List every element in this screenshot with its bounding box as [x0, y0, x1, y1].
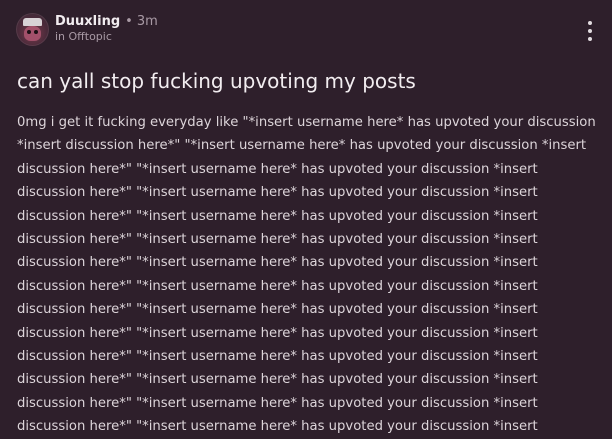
more-options-button[interactable]	[584, 21, 596, 41]
post-body-line: discussion here*" "*insert username here…	[17, 419, 538, 435]
post-body-line: discussion here*" "*insert username here…	[17, 372, 538, 388]
more-vertical-icon-dot	[588, 29, 592, 33]
post-body-line: discussion here*" "*insert username here…	[17, 278, 538, 294]
post-timestamp: 3m	[136, 14, 158, 29]
post-body-line: discussion here*" "*insert username here…	[17, 161, 538, 177]
avatar-eye-right	[34, 30, 38, 34]
author-line: Duuxling • 3m	[55, 14, 158, 30]
post-title: can yall stop fucking upvoting my posts	[17, 69, 416, 93]
post-body-line: discussion here*" "*insert username here…	[17, 255, 538, 271]
post-body-line: discussion here*" "*insert username here…	[17, 395, 538, 411]
author-name[interactable]: Duuxling	[55, 14, 120, 29]
more-vertical-icon	[588, 21, 592, 25]
avatar-hat	[23, 18, 42, 26]
separator-dot: •	[125, 14, 133, 29]
post-body-line: discussion here*" "*insert username here…	[17, 302, 538, 318]
community-link[interactable]: in Offtopic	[55, 30, 112, 43]
avatar-eye-left	[27, 30, 31, 34]
post-header: Duuxling • 3m in Offtopic	[16, 13, 596, 47]
post-body-line: discussion here*" "*insert username here…	[17, 208, 538, 224]
post-body-line: *insert discussion here*" "*insert usern…	[17, 138, 587, 154]
avatar-face	[24, 26, 41, 41]
post-body-line: discussion here*" "*insert username here…	[17, 185, 538, 201]
post-body-line: discussion here*" "*insert username here…	[17, 349, 538, 365]
post-body-line: discussion here*" "*insert username here…	[17, 232, 538, 248]
avatar[interactable]	[16, 13, 49, 46]
more-vertical-icon-dot	[588, 37, 592, 41]
post-body-line: 0mg i get it fucking everyday like "*ins…	[17, 115, 596, 130]
post-body-line: discussion here*" "*insert username here…	[17, 325, 538, 341]
post-body: 0mg i get it fucking everyday like "*ins…	[17, 111, 597, 439]
